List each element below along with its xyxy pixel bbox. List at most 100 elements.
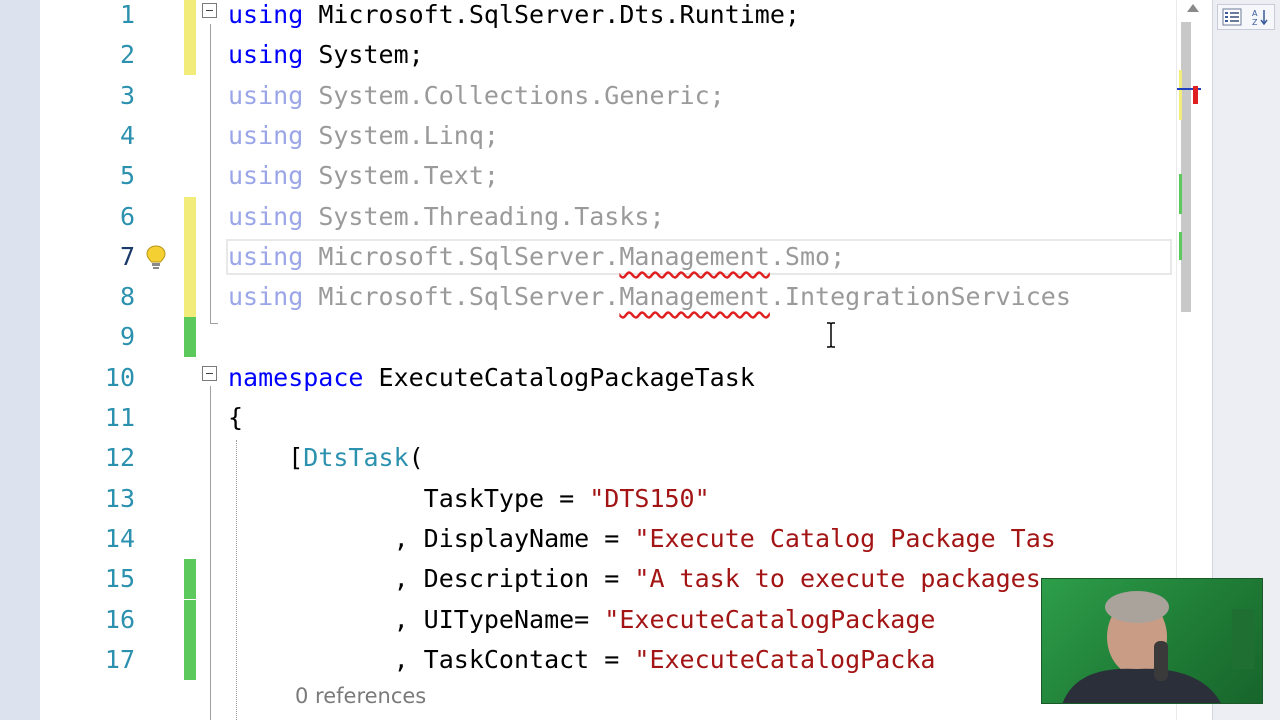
code-text[interactable]: , TaskContact = "ExecuteCatalogPacka: [228, 640, 936, 680]
code-text[interactable]: using Microsoft.SqlServer.Dts.Runtime;: [228, 0, 800, 35]
code-line[interactable]: 17 , TaskContact = "ExecuteCatalogPacka: [40, 639, 1176, 680]
code-token: ExecuteCatalogPackageTask: [363, 362, 755, 392]
line-number: 12: [104, 443, 135, 473]
collapse-box-icon[interactable]: [202, 3, 217, 18]
code-line[interactable]: 16 , UITypeName= "ExecuteCatalogPackage: [40, 599, 1176, 640]
code-text[interactable]: , UITypeName= "ExecuteCatalogPackage: [228, 600, 936, 640]
code-line[interactable]: 15 , Description = "A task to execute pa…: [40, 559, 1176, 600]
scroll-thumb[interactable]: [1181, 22, 1191, 312]
change-tracking-bar: [184, 196, 196, 237]
code-token: (: [408, 443, 424, 473]
string-token: "ExecuteCatalogPacka: [634, 644, 936, 674]
code-line[interactable]: 4 using System.Linq;: [40, 116, 1176, 156]
code-text[interactable]: namespace ExecuteCatalogPackageTask: [228, 358, 755, 398]
code-token: System.Linq;: [303, 120, 499, 150]
keyword-token: namespace: [228, 362, 364, 392]
scroll-up-arrow-icon[interactable]: [1187, 4, 1199, 12]
ibeam-cursor-icon: [827, 322, 835, 348]
code-line[interactable]: 1 using Microsoft.SqlServer.Dts.Runtime;: [40, 0, 1176, 35]
code-line[interactable]: 2 using System;: [40, 35, 1176, 76]
categorized-view-icon[interactable]: [1222, 8, 1242, 26]
presenter-webcam-overlay: [1041, 578, 1263, 704]
code-token: System;: [303, 40, 424, 70]
line-number: 16: [104, 604, 135, 634]
presenter-image: [1062, 591, 1254, 703]
code-text[interactable]: , Description = "A task to execute packa…: [228, 559, 1041, 599]
keyword-token: using: [228, 120, 304, 150]
string-token: "DTS150": [589, 483, 710, 513]
keyword-token: using: [228, 40, 304, 70]
code-line[interactable]: 13 TaskType = "DTS150": [40, 479, 1176, 519]
code-text[interactable]: using Microsoft.SqlServer.Management.Int…: [228, 277, 1071, 317]
string-token: "A task to execute packages: [634, 564, 1041, 594]
keyword-token: using: [228, 282, 304, 312]
code-line[interactable]: 7 using Microsoft.SqlServer.Management.Sm…: [40, 236, 1176, 277]
code-text[interactable]: using System.Collections.Generic;: [228, 76, 725, 116]
code-token: {: [228, 403, 244, 432]
code-line[interactable]: 9: [40, 317, 1176, 358]
code-line[interactable]: 14 , DisplayName = "Execute Catalog Pack…: [40, 519, 1176, 559]
code-text[interactable]: using System.Text;: [228, 156, 499, 196]
line-number: 5: [119, 161, 135, 191]
code-token: DtsTask: [303, 443, 409, 473]
change-tracking-bar: [184, 639, 196, 680]
code-line[interactable]: 12 [DtsTask(: [40, 438, 1176, 478]
code-text[interactable]: using Microsoft.SqlServer.Management.Smo…: [228, 237, 845, 277]
code-line[interactable]: 5 using System.Text;: [40, 156, 1176, 196]
code-token: System.Threading.Tasks;: [303, 201, 665, 231]
code-token: System.Text;: [303, 161, 499, 191]
change-tracking-bar: [184, 35, 196, 76]
code-text[interactable]: using System.Threading.Tasks;: [228, 197, 665, 237]
change-tracking-bar: [184, 277, 196, 318]
code-token: , Description =: [228, 564, 635, 594]
line-number: 7: [119, 241, 135, 271]
code-token: Microsoft.SqlServer.: [303, 241, 620, 271]
code-token: TaskType =: [228, 483, 590, 513]
line-number: 13: [104, 483, 135, 513]
panel-toolbar: A Z: [1217, 4, 1275, 30]
code-line[interactable]: 6 using System.Threading.Tasks;: [40, 196, 1176, 237]
code-token: Management: [619, 241, 770, 271]
lightbulb-icon[interactable]: [144, 244, 168, 272]
change-tracking-bar: [184, 599, 196, 640]
code-token: .IntegrationServices: [769, 282, 1071, 312]
line-number: 2: [119, 40, 135, 70]
code-text[interactable]: using System.Linq;: [228, 116, 499, 156]
code-editor[interactable]: 1 using Microsoft.SqlServer.Dts.Runtime; 2…: [40, 0, 1176, 720]
code-token: , DisplayName =: [228, 523, 635, 553]
code-line[interactable]: 11 {: [40, 398, 1176, 438]
keyword-token: using: [228, 201, 304, 231]
code-token: , TaskContact =: [228, 644, 635, 674]
code-text[interactable]: using System;: [228, 35, 424, 75]
code-line[interactable]: 8 using Microsoft.SqlServer.Management.In…: [40, 277, 1176, 318]
svg-text:A: A: [1252, 9, 1258, 18]
code-text[interactable]: [DtsTask(: [228, 438, 424, 478]
scrollbar-error-marker: [1193, 86, 1198, 104]
change-tracking-bar: [184, 559, 196, 600]
string-token: "ExecuteCatalogPackage: [604, 604, 936, 634]
line-number: 6: [119, 201, 135, 231]
line-number: 3: [119, 80, 135, 110]
code-text[interactable]: TaskType = "DTS150": [228, 479, 710, 519]
code-line[interactable]: 3 using System.Collections.Generic;: [40, 76, 1176, 116]
codelens-references[interactable]: 0 references: [295, 684, 426, 708]
change-tracking-bar: [184, 317, 196, 358]
code-text[interactable]: , DisplayName = "Execute Catalog Package…: [228, 519, 1056, 559]
line-number: 1: [119, 0, 135, 29]
code-token: Microsoft.SqlServer.: [303, 282, 620, 312]
keyword-token: using: [228, 161, 304, 191]
code-text[interactable]: {: [228, 398, 243, 438]
scrollbar-saved-marker: [1179, 232, 1182, 260]
code-token: [: [228, 443, 304, 473]
keyword-token: using: [228, 0, 304, 29]
collapse-box-icon[interactable]: [202, 365, 217, 381]
line-number: 9: [119, 322, 135, 352]
sort-alphabetical-icon[interactable]: A Z: [1250, 8, 1270, 26]
line-number: 11: [104, 403, 135, 432]
code-line[interactable]: 10 namespace ExecuteCatalogPackageTask: [40, 358, 1176, 398]
keyword-token: using: [228, 80, 304, 110]
change-tracking-bar: [184, 0, 196, 35]
code-token: Microsoft.SqlServer.Dts.Runtime;: [303, 0, 800, 29]
code-token: Management: [619, 282, 770, 312]
line-number: 10: [104, 362, 135, 392]
